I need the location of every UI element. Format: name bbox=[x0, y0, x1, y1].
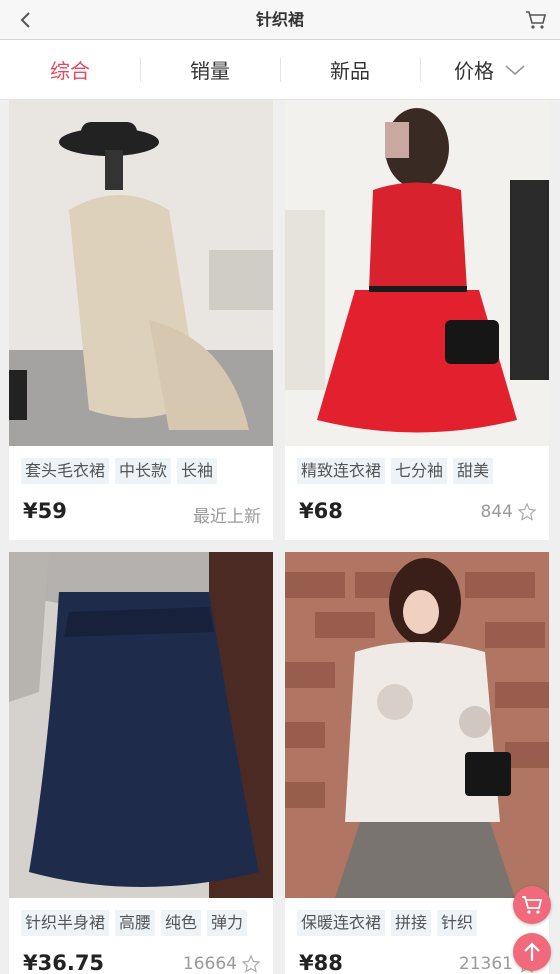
arrow-up-icon bbox=[524, 942, 540, 961]
product-tag: 弹力 bbox=[207, 910, 248, 936]
back-to-top-button[interactable] bbox=[513, 933, 551, 971]
favorite-count[interactable]: 16664 bbox=[183, 954, 261, 974]
new-arrival-label: 最近上新 bbox=[193, 507, 261, 527]
product-card[interactable]: 针织半身裙 高腰 纯色 弹力 ¥36.75 16664 bbox=[9, 552, 273, 974]
tab-label: 销量 bbox=[190, 59, 230, 83]
product-price: ¥68 bbox=[299, 499, 343, 523]
cart-button[interactable] bbox=[522, 6, 550, 34]
product-tag: 纯色 bbox=[161, 910, 202, 936]
shopping-cart-icon bbox=[526, 11, 547, 29]
favorite-count[interactable]: 844 bbox=[481, 502, 537, 522]
tab-price[interactable]: 价格 bbox=[420, 40, 560, 99]
cart-icon bbox=[522, 896, 543, 914]
product-tag: 甜美 bbox=[453, 458, 494, 484]
tab-new[interactable]: 新品 bbox=[280, 40, 420, 99]
product-tag: 长袖 bbox=[177, 458, 218, 484]
product-card[interactable]: 保暖连衣裙 拼接 针织 ¥88 21361 bbox=[285, 552, 549, 974]
product-tag: 套头毛衣裙 bbox=[21, 458, 110, 484]
product-tag: 七分袖 bbox=[391, 458, 448, 484]
product-tag: 高腰 bbox=[115, 910, 156, 936]
product-tag: 精致连衣裙 bbox=[297, 458, 386, 484]
product-price: ¥36.75 bbox=[23, 951, 105, 974]
product-tag: 中长款 bbox=[115, 458, 172, 484]
product-image bbox=[285, 100, 549, 446]
top-navigation-bar: 针织裙 bbox=[0, 0, 560, 40]
product-price: ¥59 bbox=[23, 499, 67, 523]
tab-label: 新品 bbox=[330, 59, 370, 83]
product-tags: 套头毛衣裙 中长款 长袖 bbox=[21, 458, 218, 484]
page-title: 针织裙 bbox=[255, 10, 304, 29]
product-meta: 最近上新 bbox=[193, 502, 261, 527]
star-icon bbox=[517, 502, 537, 521]
favorite-count-value: 16664 bbox=[182, 954, 237, 974]
product-tag: 拼接 bbox=[391, 910, 432, 936]
tab-comprehensive[interactable]: 综合 bbox=[0, 40, 140, 99]
product-card[interactable]: 套头毛衣裙 中长款 长袖 ¥59 最近上新 bbox=[9, 100, 273, 540]
tab-sales[interactable]: 销量 bbox=[140, 40, 280, 99]
product-image bbox=[9, 100, 273, 446]
product-tag: 保暖连衣裙 bbox=[297, 910, 386, 936]
sort-tab-bar: 综合 销量 新品 价格 bbox=[0, 40, 560, 100]
product-tag: 针织半身裙 bbox=[21, 910, 110, 936]
product-price: ¥88 bbox=[299, 951, 343, 974]
favorite-count-value: 21361 bbox=[458, 954, 513, 974]
product-image bbox=[9, 552, 273, 898]
favorite-count-value: 844 bbox=[480, 502, 513, 522]
chevron-down-icon bbox=[504, 59, 526, 81]
product-tags: 针织半身裙 高腰 纯色 弹力 bbox=[21, 910, 248, 936]
product-card[interactable]: 精致连衣裙 七分袖 甜美 ¥68 844 bbox=[285, 100, 549, 540]
floating-cart-button[interactable] bbox=[513, 886, 551, 924]
tab-label: 综合 bbox=[50, 59, 90, 83]
product-tags: 精致连衣裙 七分袖 甜美 bbox=[297, 458, 494, 484]
star-icon bbox=[241, 954, 261, 973]
tab-label: 价格 bbox=[454, 59, 494, 83]
product-tag: 针织 bbox=[437, 910, 478, 936]
product-image bbox=[285, 552, 549, 898]
product-tags: 保暖连衣裙 拼接 针织 bbox=[297, 910, 478, 936]
